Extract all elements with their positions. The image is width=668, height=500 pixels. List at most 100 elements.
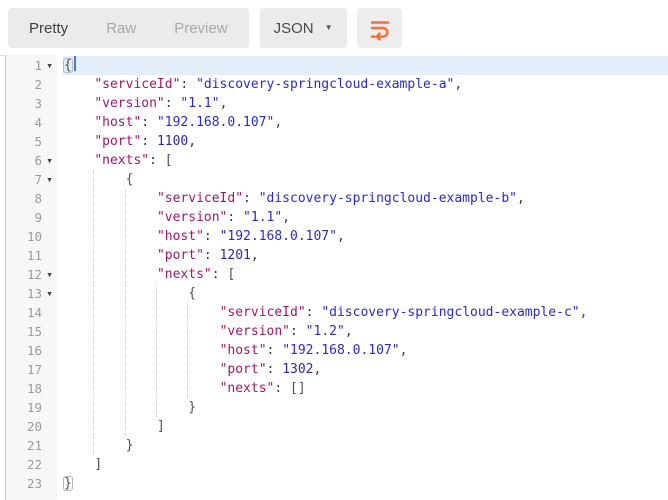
indent-guide [93, 246, 125, 265]
indent-guide [187, 341, 219, 360]
indent-guide [93, 417, 125, 436]
code-line[interactable]: "serviceId": "discovery-springcloud-exam… [63, 189, 668, 208]
token-punctuation: , [517, 191, 525, 206]
token-key: "port" [94, 134, 141, 149]
code-line[interactable]: "version": "1.1", [63, 94, 668, 113]
token-string: "discovery-springcloud-example-c" [321, 305, 579, 320]
token-bracket: ] [94, 457, 102, 472]
json-code-editor[interactable]: 1▾23456▾7▾89101112▾13▾141516171819202122… [5, 55, 668, 500]
line-number: 7 [34, 170, 42, 189]
indent-guide [156, 398, 188, 417]
indent-guide [63, 455, 94, 474]
code-line[interactable]: } [63, 436, 668, 455]
gutter-row: 6▾ [6, 151, 57, 170]
code-line[interactable]: "nexts": [ [63, 265, 668, 284]
code-line[interactable]: "port": 1302, [63, 360, 668, 379]
code-line[interactable]: "version": "1.2", [63, 322, 668, 341]
line-number: 4 [34, 113, 42, 132]
indent-guide [93, 398, 125, 417]
indent-guide [93, 208, 125, 227]
token-punctuation: : [165, 96, 181, 111]
token-punctuation: , [400, 343, 408, 358]
gutter-row: 12▾ [6, 265, 57, 284]
token-punctuation: , [188, 134, 196, 149]
line-number: 21 [27, 436, 42, 455]
indent-guide [63, 113, 94, 132]
token-number: 1100 [157, 134, 188, 149]
token-punctuation: , [337, 229, 345, 244]
line-number: 19 [27, 398, 42, 417]
code-line[interactable]: "nexts": [ [63, 151, 668, 170]
fold-toggle-icon[interactable]: ▾ [42, 170, 57, 189]
code-line[interactable]: "host": "192.168.0.107", [63, 227, 668, 246]
code-line[interactable]: { [63, 284, 668, 303]
indent-guide [63, 246, 94, 265]
view-mode-tab-group: Pretty Raw Preview [8, 8, 249, 48]
code-line[interactable]: "version": "1.1", [63, 208, 668, 227]
indent-guide [125, 322, 157, 341]
indent-guide [93, 341, 125, 360]
token-punctuation: , [251, 248, 259, 263]
token-bracket-matched: } [63, 476, 73, 491]
gutter-row: 15 [6, 322, 57, 341]
response-toolbar: Pretty Raw Preview JSON ▼ [0, 0, 668, 56]
line-number: 6 [34, 151, 42, 170]
gutter-row: 21 [6, 436, 57, 455]
indent-guide [63, 417, 94, 436]
code-line[interactable]: } [63, 398, 668, 417]
code-line[interactable]: } [63, 474, 668, 493]
code-line[interactable]: ] [63, 455, 668, 474]
token-bracket: { [126, 172, 134, 187]
code-line[interactable]: "port": 1100, [63, 132, 668, 151]
fold-toggle-icon[interactable]: ▾ [42, 265, 57, 284]
code-line[interactable]: { [63, 56, 668, 75]
token-punctuation: , [314, 362, 322, 377]
text-cursor [74, 56, 76, 71]
code-line[interactable]: "host": "192.168.0.107", [63, 341, 668, 360]
code-line[interactable]: "host": "192.168.0.107", [63, 113, 668, 132]
indent-guide [125, 208, 157, 227]
code-line[interactable]: "serviceId": "discovery-springcloud-exam… [63, 75, 668, 94]
indent-guide [125, 360, 157, 379]
indent-guide [63, 132, 94, 151]
fold-toggle-icon[interactable]: ▾ [42, 151, 57, 170]
gutter-row: 19 [6, 398, 57, 417]
beautify-button[interactable] [357, 8, 402, 48]
token-bracket: [] [290, 381, 306, 396]
tab-preview[interactable]: Preview [155, 8, 246, 48]
gutter-row: 20 [6, 417, 57, 436]
code-line[interactable]: "port": 1201, [63, 246, 668, 265]
token-string: "discovery-springcloud-example-b" [259, 191, 517, 206]
token-punctuation: : [227, 210, 243, 225]
beautify-wrap-icon [366, 15, 392, 41]
fold-toggle-icon[interactable]: ▾ [42, 56, 57, 75]
language-select-dropdown[interactable]: JSON ▼ [260, 8, 347, 48]
indent-guide [93, 284, 125, 303]
token-key: "nexts" [157, 267, 212, 282]
indent-guide [63, 208, 94, 227]
fold-toggle-icon[interactable]: ▾ [42, 284, 57, 303]
token-punctuation: : [212, 267, 228, 282]
line-number: 16 [27, 341, 42, 360]
tab-pretty[interactable]: Pretty [10, 8, 87, 48]
code-line[interactable]: "serviceId": "discovery-springcloud-exam… [63, 303, 668, 322]
code-line[interactable]: "nexts": [] [63, 379, 668, 398]
gutter-row: 14 [6, 303, 57, 322]
indent-guide [125, 303, 157, 322]
indent-guide [63, 303, 94, 322]
indent-guide [63, 94, 94, 113]
token-punctuation: , [220, 96, 228, 111]
token-key: "host" [94, 115, 141, 130]
code-line[interactable]: ] [63, 417, 668, 436]
token-punctuation: : [267, 343, 283, 358]
token-punctuation: : [204, 248, 220, 263]
indent-guide [93, 379, 125, 398]
code-area[interactable]: { "serviceId": "discovery-springcloud-ex… [57, 55, 668, 500]
gutter: 1▾23456▾7▾89101112▾13▾141516171819202122… [6, 55, 57, 500]
gutter-row: 3 [6, 94, 57, 113]
token-punctuation: : [274, 381, 290, 396]
code-line[interactable]: { [63, 170, 668, 189]
token-string: "1.1" [243, 210, 282, 225]
tab-raw[interactable]: Raw [87, 8, 155, 48]
line-number: 1 [34, 56, 42, 75]
